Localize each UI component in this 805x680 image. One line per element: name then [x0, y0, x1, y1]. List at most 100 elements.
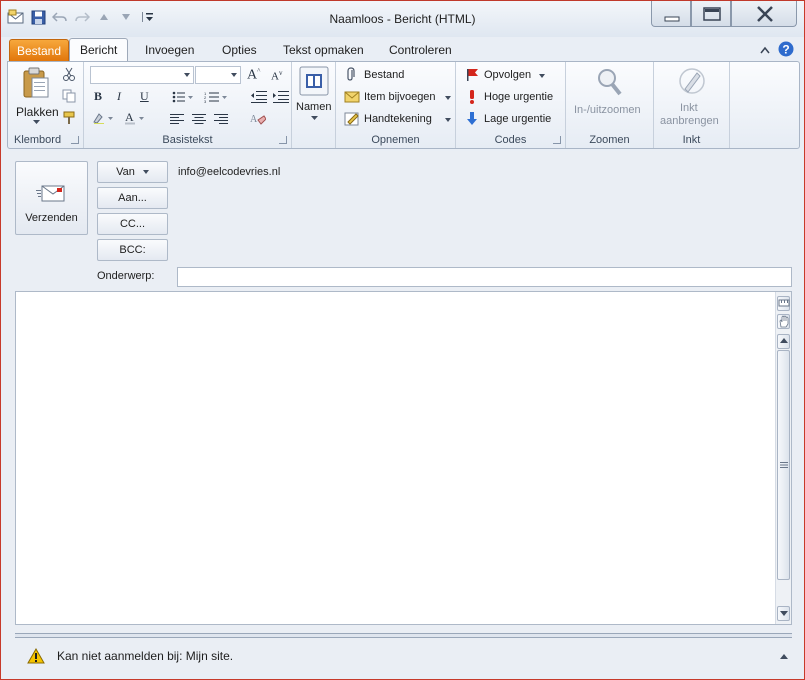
clipboard-dialog-launcher[interactable]	[71, 136, 79, 144]
follow-up-label: Opvolgen	[484, 69, 532, 81]
high-priority-button[interactable]: Hoge urgentie	[462, 88, 562, 106]
chevron-down-icon	[445, 96, 451, 100]
exclamation-icon	[470, 90, 474, 104]
highlight-icon[interactable]	[93, 112, 117, 127]
ribbon-tabs: Bestand Bericht Invoegen Opties Tekst op…	[1, 37, 804, 62]
ruler-icon	[778, 299, 790, 307]
font-size-combo[interactable]	[195, 66, 241, 84]
chevron-down-icon	[539, 74, 545, 78]
attach-item-label: Item bijvoegen	[364, 91, 436, 103]
italic-icon[interactable]: I	[117, 89, 121, 104]
ribbon-controls: ?	[760, 41, 794, 60]
send-envelope-icon	[36, 185, 65, 202]
cut-icon[interactable]	[62, 67, 76, 84]
warning-icon	[27, 648, 45, 664]
align-right-icon[interactable]	[214, 114, 228, 129]
scrollbar-thumb[interactable]	[777, 350, 790, 580]
signature-button[interactable]: Handtekening	[340, 110, 452, 128]
underline-icon[interactable]: U	[140, 89, 149, 104]
expand-info-bar-icon[interactable]	[780, 653, 788, 659]
maximize-button[interactable]	[691, 1, 731, 27]
subject-input[interactable]	[177, 267, 792, 287]
font-color-icon[interactable]: A	[124, 110, 148, 128]
cc-button[interactable]: CC...	[97, 213, 168, 235]
tab-options[interactable]: Opties	[212, 39, 267, 61]
signature-icon	[344, 112, 359, 126]
zoom-group-label: Zoomen	[589, 134, 630, 146]
low-priority-button[interactable]: Lage urgentie	[462, 110, 562, 128]
tags-group-label: Codes	[494, 134, 527, 146]
paperclip-icon	[347, 67, 355, 81]
attach-file-label: Bestand	[364, 69, 405, 81]
tab-insert[interactable]: Invoegen	[135, 39, 204, 61]
copy-icon[interactable]	[62, 89, 76, 106]
scroll-up-button[interactable]	[777, 334, 790, 349]
to-button[interactable]: Aan...	[97, 187, 168, 209]
outlook-message-window: Naamloos - Bericht (HTML) Bestand Berich…	[0, 0, 805, 680]
chevron-down-icon	[184, 73, 190, 77]
chevron-down-icon	[445, 118, 451, 122]
ink-apply-label-2: aanbrengen	[660, 115, 719, 127]
send-button[interactable]: Verzenden	[15, 161, 88, 235]
zoom-button[interactable]: In-/uitzoomen	[568, 64, 652, 130]
tab-message[interactable]: Bericht	[69, 38, 129, 62]
numbering-icon[interactable]: 123	[204, 91, 228, 106]
low-priority-label: Lage urgentie	[484, 113, 552, 125]
ribbon: Plakken Klembord A^ Av B I U 1 2 3 A A B…	[7, 61, 800, 149]
increase-indent-icon[interactable]	[273, 91, 289, 106]
names-dropdown-icon	[311, 116, 318, 120]
from-button-label: Van	[116, 166, 135, 178]
bcc-button[interactable]: BCC:	[97, 239, 168, 261]
attach-item-button[interactable]: Item bijvoegen	[340, 88, 452, 106]
paste-button[interactable]: Plakken	[14, 65, 59, 125]
tab-format-text[interactable]: Tekst opmaken	[273, 39, 374, 61]
grip-icon	[780, 462, 788, 468]
minimize-icon	[664, 16, 680, 22]
bullets-icon[interactable]	[172, 91, 194, 106]
send-label: Verzenden	[25, 212, 78, 224]
names-label: Namen	[296, 101, 332, 113]
bold-icon[interactable]: B	[94, 89, 102, 104]
info-bar: Kan niet aanmelden bij: Mijn site.	[7, 641, 800, 673]
title-bar: Naamloos - Bericht (HTML)	[1, 1, 804, 37]
close-button[interactable]	[731, 1, 797, 27]
pan-button[interactable]	[777, 314, 790, 329]
people-pane-splitter[interactable]	[15, 633, 792, 638]
subject-label: Onderwerp:	[97, 270, 155, 282]
ruler-toggle-button[interactable]	[777, 296, 790, 311]
clear-formatting-icon[interactable]: A	[250, 112, 267, 129]
scroll-down-button[interactable]	[777, 606, 790, 621]
close-icon	[757, 6, 773, 22]
minimize-ribbon-icon[interactable]	[760, 45, 770, 57]
format-painter-icon[interactable]	[62, 111, 76, 128]
ink-apply-button[interactable]: Inkt aanbrengen	[656, 64, 728, 130]
align-left-icon[interactable]	[170, 114, 184, 129]
svg-text:A: A	[125, 111, 134, 124]
vertical-scrollbar[interactable]	[775, 292, 791, 624]
svg-text:3: 3	[204, 99, 207, 103]
decrease-indent-icon[interactable]	[251, 91, 267, 106]
tags-dialog-launcher[interactable]	[553, 136, 561, 144]
paste-label: Plakken	[16, 105, 59, 119]
follow-up-button[interactable]: Opvolgen	[462, 66, 562, 84]
names-button[interactable]: Namen	[294, 64, 334, 130]
ink-group-label: Inkt	[682, 134, 701, 146]
attach-file-button[interactable]: Bestand	[340, 66, 450, 84]
tab-review[interactable]: Controleren	[379, 39, 462, 61]
shrink-font-icon[interactable]: Av	[271, 69, 282, 83]
zoom-label: In-/uitzoomen	[574, 104, 641, 116]
align-center-icon[interactable]	[192, 114, 206, 129]
basic-text-dialog-launcher[interactable]	[279, 136, 287, 144]
svg-text:A: A	[250, 114, 258, 125]
message-body-editor[interactable]	[15, 291, 792, 625]
grow-font-icon[interactable]: A^	[247, 67, 260, 84]
from-button[interactable]: Van	[97, 161, 168, 183]
address-book-icon	[299, 66, 329, 96]
scroll-up-icon	[780, 338, 788, 343]
compose-area: Verzenden Van info@eelcodevries.nl Aan..…	[7, 151, 800, 641]
help-icon[interactable]: ?	[778, 41, 794, 60]
minimize-button[interactable]	[651, 1, 691, 27]
tab-file[interactable]: Bestand	[9, 39, 70, 61]
font-name-combo[interactable]	[90, 66, 194, 84]
chevron-down-icon	[142, 170, 149, 175]
